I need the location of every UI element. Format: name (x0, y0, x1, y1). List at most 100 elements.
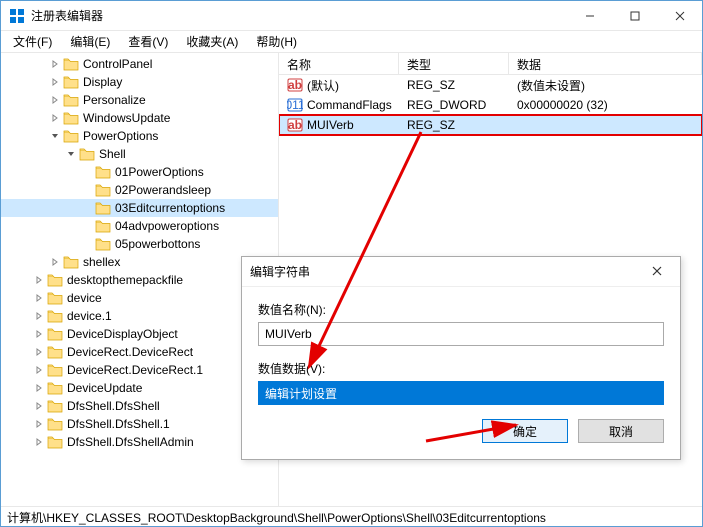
maximize-button[interactable] (612, 1, 657, 31)
tree-node[interactable]: DfsShell.DfsShellAdmin (1, 433, 278, 451)
tree-node[interactable]: 05powerbottons (1, 235, 278, 253)
tree-node[interactable]: desktopthemepackfile (1, 271, 278, 289)
cancel-button[interactable]: 取消 (578, 419, 664, 443)
tree-label: 01PowerOptions (115, 165, 204, 179)
chevron-right-icon[interactable] (49, 96, 61, 104)
tree-label: Personalize (83, 93, 146, 107)
folder-icon (47, 363, 63, 377)
folder-icon (95, 183, 111, 197)
chevron-right-icon[interactable] (33, 330, 45, 338)
tree-node[interactable]: 04advpoweroptions (1, 217, 278, 235)
tree-node[interactable]: 03Editcurrentoptions (1, 199, 278, 217)
list-row[interactable]: abMUIVerbREG_SZ (279, 115, 702, 135)
list-row[interactable]: 011CommandFlagsREG_DWORD0x00000020 (32) (279, 95, 702, 115)
folder-icon (47, 309, 63, 323)
tree-node[interactable]: DeviceRect.DeviceRect (1, 343, 278, 361)
chevron-right-icon[interactable] (33, 312, 45, 320)
dialog-title: 编辑字符串 (250, 263, 642, 280)
col-header-type[interactable]: 类型 (399, 53, 509, 74)
col-header-data[interactable]: 数据 (509, 53, 702, 74)
folder-icon (47, 381, 63, 395)
chevron-right-icon[interactable] (33, 384, 45, 392)
value-name: CommandFlags (307, 98, 392, 112)
tree-node[interactable]: DeviceRect.DeviceRect.1 (1, 361, 278, 379)
tree-node[interactable]: 01PowerOptions (1, 163, 278, 181)
folder-icon (95, 201, 111, 215)
menu-view[interactable]: 查看(V) (120, 31, 176, 52)
chevron-right-icon[interactable] (33, 420, 45, 428)
menu-help[interactable]: 帮助(H) (248, 31, 305, 52)
status-bar: 计算机\HKEY_CLASSES_ROOT\DesktopBackground\… (1, 506, 702, 526)
chevron-right-icon[interactable] (33, 276, 45, 284)
folder-icon (47, 345, 63, 359)
tree-label: DeviceDisplayObject (67, 327, 178, 341)
tree-label: DfsShell.DfsShell (67, 399, 160, 413)
col-header-name[interactable]: 名称 (279, 53, 399, 74)
menu-file[interactable]: 文件(F) (5, 31, 60, 52)
tree-panel[interactable]: ControlPanel Display Personalize WindowsUpd… (1, 53, 279, 506)
tree-label: PowerOptions (83, 129, 158, 143)
chevron-right-icon[interactable] (49, 114, 61, 122)
svg-text:ab: ab (288, 78, 302, 92)
chevron-right-icon[interactable] (49, 258, 61, 266)
close-button[interactable] (657, 1, 702, 31)
tree-label: 05powerbottons (115, 237, 200, 251)
chevron-down-icon[interactable] (49, 132, 61, 140)
tree-node[interactable]: Shell (1, 145, 278, 163)
chevron-right-icon[interactable] (33, 294, 45, 302)
folder-icon (63, 111, 79, 125)
tree-label: device (67, 291, 102, 305)
folder-icon (47, 291, 63, 305)
dialog-title-bar[interactable]: 编辑字符串 (242, 257, 680, 287)
tree-node[interactable]: WindowsUpdate (1, 109, 278, 127)
tree-label: device.1 (67, 309, 112, 323)
string-value-icon: ab (287, 117, 303, 133)
list-row[interactable]: ab(默认)REG_SZ(数值未设置) (279, 75, 702, 95)
minimize-button[interactable] (567, 1, 612, 31)
tree-label: desktopthemepackfile (67, 273, 183, 287)
menu-edit[interactable]: 编辑(E) (62, 31, 118, 52)
folder-icon (47, 435, 63, 449)
list-header: 名称 类型 数据 (279, 53, 702, 75)
value-label: 数值数据(V): (258, 360, 664, 377)
value-name: (默认) (307, 77, 339, 94)
chevron-down-icon[interactable] (65, 150, 77, 158)
tree-node[interactable]: Display (1, 73, 278, 91)
folder-icon (63, 75, 79, 89)
tree-node[interactable]: shellex (1, 253, 278, 271)
ok-button[interactable]: 确定 (482, 419, 568, 443)
list-body: ab(默认)REG_SZ(数值未设置)011CommandFlagsREG_DW… (279, 75, 702, 135)
folder-icon (79, 147, 95, 161)
tree-node[interactable]: device (1, 289, 278, 307)
tree-node[interactable]: DfsShell.DfsShell.1 (1, 415, 278, 433)
binary-value-icon: 011 (287, 97, 303, 113)
folder-icon (95, 237, 111, 251)
svg-text:ab: ab (288, 118, 302, 132)
tree-node[interactable]: 02Powerandsleep (1, 181, 278, 199)
dialog-body: 数值名称(N): 数值数据(V): 确定 取消 (242, 287, 680, 459)
chevron-right-icon[interactable] (49, 78, 61, 86)
chevron-right-icon[interactable] (33, 366, 45, 374)
tree-node[interactable]: device.1 (1, 307, 278, 325)
tree-node[interactable]: ControlPanel (1, 55, 278, 73)
tree-label: Display (83, 75, 122, 89)
window-controls (567, 1, 702, 31)
folder-icon (63, 93, 79, 107)
window-title: 注册表编辑器 (31, 7, 567, 24)
value-input[interactable] (258, 381, 664, 405)
chevron-right-icon[interactable] (33, 348, 45, 356)
tree-node[interactable]: DeviceUpdate (1, 379, 278, 397)
dialog-close-button[interactable] (642, 265, 672, 279)
tree-node[interactable]: DfsShell.DfsShell (1, 397, 278, 415)
folder-icon (47, 417, 63, 431)
folder-icon (63, 255, 79, 269)
chevron-right-icon[interactable] (33, 402, 45, 410)
tree-node[interactable]: DeviceDisplayObject (1, 325, 278, 343)
tree-node[interactable]: Personalize (1, 91, 278, 109)
tree-node[interactable]: PowerOptions (1, 127, 278, 145)
name-input[interactable] (258, 322, 664, 346)
chevron-right-icon[interactable] (49, 60, 61, 68)
chevron-right-icon[interactable] (33, 438, 45, 446)
title-bar: 注册表编辑器 (1, 1, 702, 31)
menu-favorites[interactable]: 收藏夹(A) (178, 31, 246, 52)
